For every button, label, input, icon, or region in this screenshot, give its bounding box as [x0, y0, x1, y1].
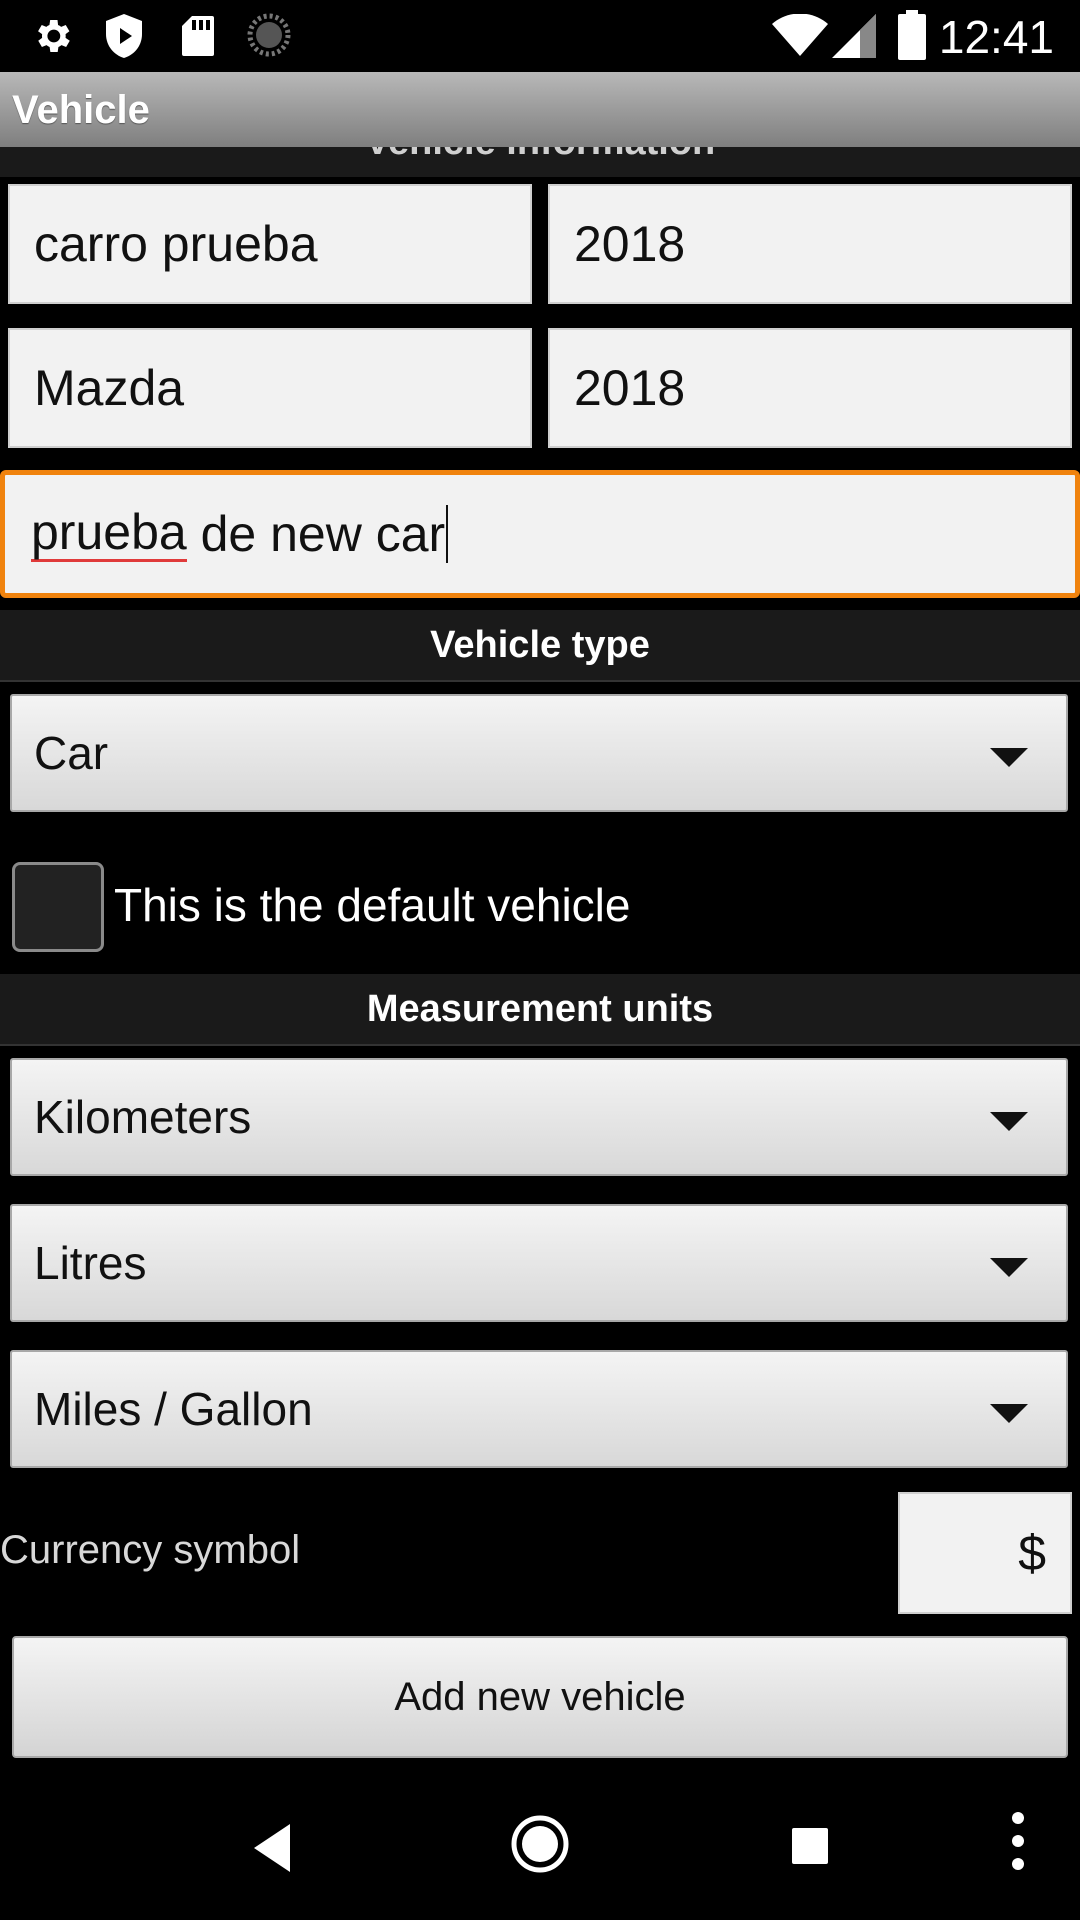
dropdown-arrow-icon — [990, 1404, 1028, 1423]
volume-unit-dropdown[interactable]: Litres — [10, 1204, 1068, 1322]
page-title: Vehicle — [12, 88, 150, 132]
currency-symbol-label: Currency symbol — [0, 1528, 301, 1572]
vehicle-year-value: 2018 — [574, 216, 686, 272]
status-bar: 12:41 — [0, 0, 1080, 72]
cell-signal-icon — [832, 14, 876, 58]
currency-symbol-input[interactable]: $ — [898, 1492, 1072, 1614]
vehicle-make-field[interactable]: Mazda — [8, 328, 532, 448]
loading-icon — [247, 13, 291, 57]
home-icon[interactable] — [510, 1814, 570, 1874]
distance-unit-dropdown[interactable]: Kilometers — [10, 1058, 1068, 1176]
clock: 12:41 — [938, 11, 1054, 63]
navigation-bar — [0, 1780, 1080, 1920]
recent-apps-icon[interactable] — [790, 1826, 830, 1866]
default-vehicle-label[interactable]: This is the default vehicle — [114, 878, 631, 932]
wifi-icon — [772, 14, 828, 56]
vehicle-notes-field[interactable]: prueba de new car — [0, 470, 1080, 598]
dropdown-arrow-icon — [990, 1258, 1028, 1277]
app-bar: Vehicle — [0, 72, 1080, 147]
add-new-vehicle-button[interactable]: Add new vehicle — [12, 1636, 1068, 1758]
vehicle-notes-value: de new car — [186, 506, 446, 562]
section-header-label: Vehicle type — [430, 623, 650, 666]
vehicle-year-field[interactable]: 2018 — [548, 184, 1072, 304]
section-header-vehicle-type: Vehicle type — [0, 610, 1080, 682]
overflow-menu-icon[interactable] — [1006, 1810, 1030, 1872]
vehicle-model-field[interactable]: 2018 — [548, 328, 1072, 448]
dropdown-arrow-icon — [990, 748, 1028, 767]
sd-card-icon — [182, 16, 214, 56]
vehicle-name-value: carro prueba — [34, 216, 318, 272]
battery-icon — [898, 10, 926, 60]
back-icon[interactable] — [246, 1820, 296, 1876]
vehicle-make-value: Mazda — [34, 360, 185, 416]
text-cursor — [446, 505, 449, 563]
dropdown-selected-value: Litres — [34, 1237, 147, 1289]
section-header-label: Vehicle information — [0, 147, 1080, 164]
dropdown-arrow-icon — [990, 1112, 1028, 1131]
vehicle-name-field[interactable]: carro prueba — [8, 184, 532, 304]
settings-icon — [38, 20, 70, 52]
dropdown-selected-value: Miles / Gallon — [34, 1383, 313, 1435]
vehicle-notes-misspelled-word: prueba — [31, 504, 187, 562]
section-header-label: Measurement units — [366, 987, 714, 1030]
dropdown-selected-value: Car — [34, 727, 109, 779]
currency-symbol-value: $ — [1018, 1525, 1046, 1581]
vehicle-model-value: 2018 — [574, 360, 686, 416]
play-protect-icon — [106, 14, 142, 58]
vehicle-type-dropdown[interactable]: Car — [10, 694, 1068, 812]
default-vehicle-checkbox[interactable] — [12, 862, 104, 952]
section-header-measurement-units: Measurement units — [0, 974, 1080, 1046]
add-new-vehicle-label: Add new vehicle — [394, 1674, 686, 1719]
section-header-vehicle-information: Vehicle information — [0, 147, 1080, 177]
dropdown-selected-value: Kilometers — [34, 1091, 252, 1143]
consumption-unit-dropdown[interactable]: Miles / Gallon — [10, 1350, 1068, 1468]
